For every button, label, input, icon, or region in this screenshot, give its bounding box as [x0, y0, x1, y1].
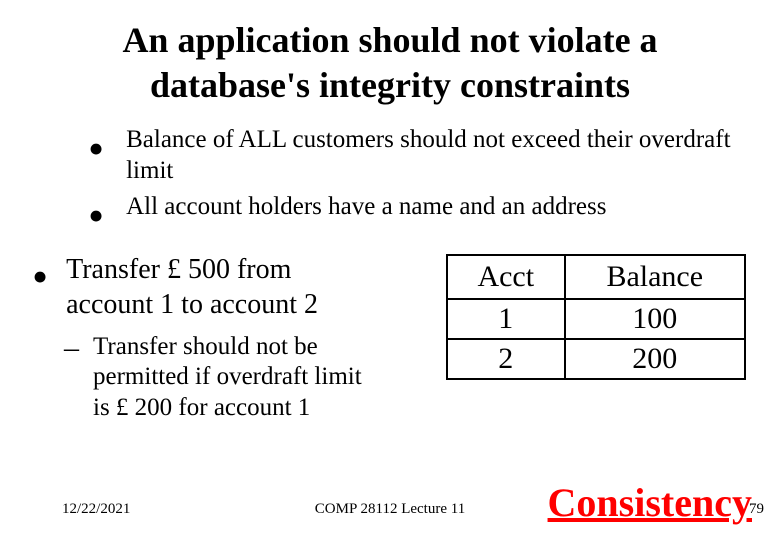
cell-balance: 100 [565, 299, 745, 339]
note-text: Transfer should not be permitted if over… [93, 332, 362, 424]
table-row: 2 200 [447, 339, 745, 379]
example-block: • Transfer £ 500 from account 1 to accou… [28, 248, 418, 424]
cell-acct: 2 [447, 339, 565, 379]
footer-page: 79 [749, 501, 764, 518]
slide: An application should not violate a data… [0, 0, 780, 540]
bullet-text: Balance of ALL customers should not exce… [126, 122, 752, 187]
list-item: • Balance of ALL customers should not ex… [88, 122, 752, 187]
header-acct: Acct [447, 255, 565, 299]
rules-list: • Balance of ALL customers should not ex… [88, 122, 752, 228]
note-line-1: Transfer should not be [93, 333, 318, 360]
transfer-line-1: Transfer £ 500 from [66, 254, 291, 285]
cell-balance: 200 [565, 339, 745, 379]
header-balance: Balance [565, 255, 745, 299]
table-row: 1 100 [447, 299, 745, 339]
bullet-icon: • [88, 203, 104, 228]
table-header-row: Acct Balance [447, 255, 745, 299]
bullet-text: All account holders have a name and an a… [126, 189, 752, 222]
list-item: • All account holders have a name and an… [88, 189, 752, 228]
sub-list-item: – Transfer should not be permitted if ov… [64, 332, 418, 424]
note-line-2: permitted if overdraft limit [93, 363, 362, 390]
bullet-icon: • [32, 264, 48, 289]
transfer-line-2: account 1 to account 2 [66, 289, 318, 320]
footer-date: 12/22/2021 [62, 501, 130, 518]
accounts-table-block: Acct Balance 1 100 2 200 [446, 248, 746, 424]
note-line-3: is £ 200 for account 1 [93, 394, 310, 421]
bullet-icon: • [88, 136, 104, 161]
title-line-2: database's integrity constraints [150, 65, 630, 105]
accounts-table: Acct Balance 1 100 2 200 [446, 254, 746, 380]
footer-center: COMP 28112 Lecture 11 [315, 501, 465, 518]
lower-section: • Transfer £ 500 from account 1 to accou… [28, 248, 752, 424]
title-line-1: An application should not violate a [122, 20, 657, 60]
cell-acct: 1 [447, 299, 565, 339]
slide-title: An application should not violate a data… [28, 18, 752, 108]
transfer-text: Transfer £ 500 from account 1 to account… [66, 248, 318, 322]
consistency-callout: Consistency [548, 479, 752, 526]
list-item: • Transfer £ 500 from account 1 to accou… [28, 248, 418, 322]
dash-icon: – [64, 334, 79, 361]
